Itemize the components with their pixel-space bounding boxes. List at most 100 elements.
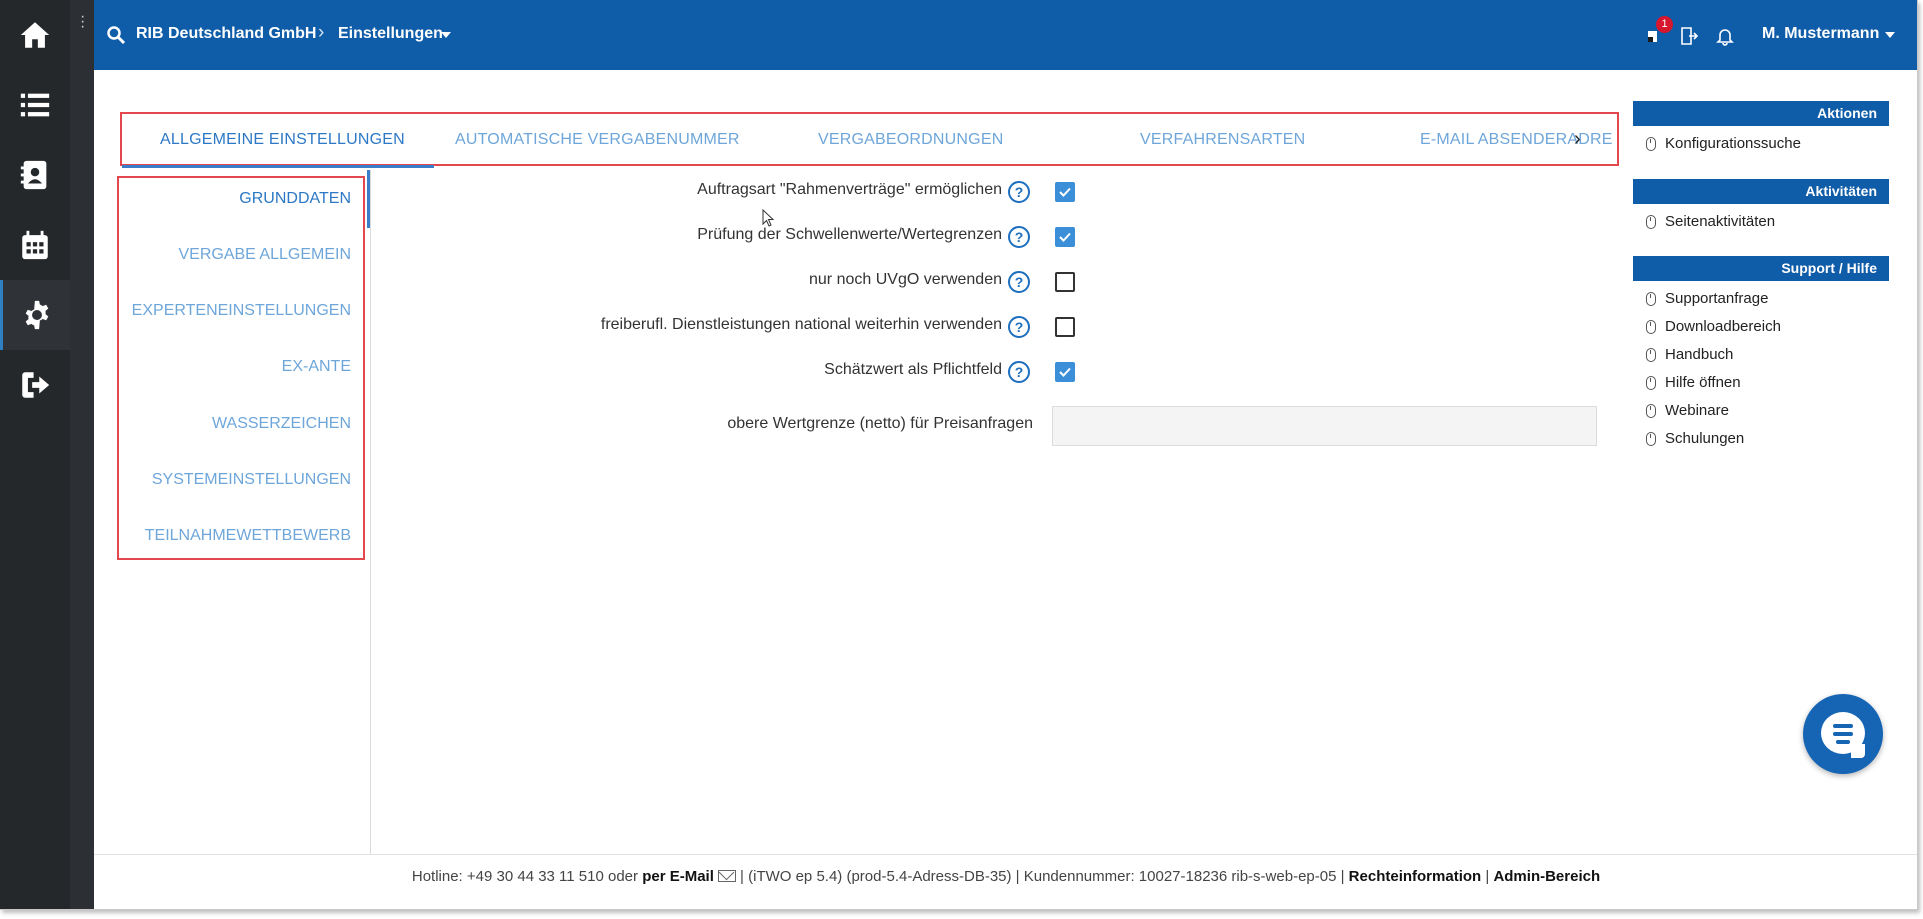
- help-icon[interactable]: ?: [1008, 226, 1030, 248]
- form-row-schaetzwert: Schätzwert als Pflichtfeld: [420, 358, 1002, 386]
- settings-tab-bar: ALLGEMEINE EINSTELLUNGEN AUTOMATISCHE VE…: [120, 112, 1619, 168]
- mouse-icon: [1646, 376, 1656, 390]
- footer-divider: [94, 854, 1917, 855]
- gear-icon: [25, 300, 48, 330]
- tab-vergabeordnungen[interactable]: VERGABEORDNUNGEN: [818, 131, 1003, 149]
- support-panel: Support / Hilfe Supportanfrage Downloadb…: [1633, 256, 1889, 453]
- search-icon[interactable]: [106, 25, 126, 45]
- home-icon: [20, 22, 50, 48]
- form-label: Auftragsart "Rahmenverträge" ermöglichen: [697, 181, 1002, 198]
- subnav-active-indicator: [367, 170, 370, 228]
- subnav-vergabe-allgemein[interactable]: VERGABE ALLGEMEIN: [178, 246, 351, 264]
- footer-separator: |: [1485, 868, 1490, 885]
- nav-calendar[interactable]: [0, 210, 70, 280]
- tab-strip: ALLGEMEINE EINSTELLUNGEN AUTOMATISCHE VE…: [122, 114, 1612, 164]
- breadcrumb-organization[interactable]: RIB Deutschland GmbH: [136, 25, 316, 43]
- mouse-icon: [1646, 348, 1656, 362]
- tab-automatische-vergabenummer[interactable]: AUTOMATISCHE VERGABENUMMER: [455, 131, 740, 149]
- nav-home[interactable]: [0, 0, 70, 70]
- help-icon[interactable]: ?: [1008, 316, 1030, 338]
- settings-subnav: GRUNDDATEN VERGABE ALLGEMEIN EXPERTENEIN…: [117, 176, 365, 560]
- sign-out-door-icon[interactable]: [1678, 25, 1700, 47]
- help-icon[interactable]: ?: [1008, 361, 1030, 383]
- link-seitenaktivitaeten[interactable]: Seitenaktivitäten: [1633, 208, 1889, 236]
- breadcrumb-section[interactable]: Einstellungen: [338, 25, 443, 43]
- footer-legal-link[interactable]: Rechteinformation: [1349, 868, 1482, 885]
- app-window: · · · RIB Deutschland GmbH › Einstellungen…: [0, 0, 1918, 910]
- link-downloadbereich[interactable]: Downloadbereich: [1633, 313, 1889, 341]
- subnav-ex-ante[interactable]: EX-ANTE: [282, 358, 351, 376]
- help-icon[interactable]: ?: [1008, 271, 1030, 293]
- mouse-icon: [1646, 215, 1656, 229]
- chevron-down-icon[interactable]: [441, 32, 451, 38]
- form-row-wertgrenze: obere Wertgrenze (netto) für Preisanfrag…: [420, 412, 1033, 440]
- checkbox-uvgo[interactable]: [1055, 272, 1075, 292]
- notification-badge: 1: [1656, 16, 1673, 33]
- link-schulungen[interactable]: Schulungen: [1633, 425, 1889, 453]
- footer-version: | (iTWO ep 5.4) (prod-5.4-Adress-DB-35) …: [740, 868, 1345, 885]
- link-label: Schulungen: [1665, 430, 1745, 447]
- price-limit-input[interactable]: [1052, 406, 1597, 446]
- mouse-icon: [1646, 432, 1656, 446]
- mouse-pointer-icon: [762, 209, 775, 227]
- chat-button[interactable]: [1803, 694, 1883, 774]
- link-label: Seitenaktivitäten: [1665, 213, 1776, 230]
- chat-bubble-icon: [1821, 712, 1865, 758]
- calendar-icon: [22, 230, 48, 260]
- mail-icon[interactable]: [717, 870, 736, 882]
- link-label: Konfigurationssuche: [1665, 135, 1801, 152]
- form-row-schwellenwerte: Prüfung der Schwellenwerte/Wertegrenzen: [420, 223, 1002, 251]
- link-handbuch[interactable]: Handbuch: [1633, 341, 1889, 369]
- nav-logout[interactable]: [0, 350, 70, 420]
- footer-email-link[interactable]: per E-Mail: [642, 868, 714, 885]
- top-header: RIB Deutschland GmbH › Einstellungen 1 M…: [94, 0, 1917, 70]
- aktionen-panel: Aktionen Konfigurationssuche: [1633, 101, 1889, 158]
- breadcrumb-separator-icon: ›: [318, 22, 325, 43]
- link-webinare[interactable]: Webinare: [1633, 397, 1889, 425]
- panel-heading: Aktionen: [1633, 101, 1889, 126]
- checkbox-rahmenvertraege[interactable]: [1055, 182, 1075, 202]
- subnav-wasserzeichen[interactable]: WASSERZEICHEN: [212, 415, 351, 433]
- form-label: nur noch UVgO verwenden: [809, 271, 1002, 288]
- subnav-experteneinstellungen[interactable]: EXPERTENEINSTELLUNGEN: [132, 302, 351, 320]
- user-menu[interactable]: M. Mustermann: [1762, 25, 1879, 43]
- mouse-icon: [1646, 320, 1656, 334]
- footer: Hotline: +49 30 44 33 11 510 oder per E-…: [94, 868, 1917, 885]
- checkbox-schwellenwerte[interactable]: [1055, 227, 1075, 247]
- nav-settings[interactable]: [0, 280, 70, 350]
- form-row-uvgo: nur noch UVgO verwenden: [420, 268, 1002, 296]
- tab-email-absenderadresse[interactable]: E-MAIL ABSENDERADRES: [1420, 131, 1612, 149]
- help-icon[interactable]: ?: [1008, 181, 1030, 203]
- contacts-icon: [20, 160, 47, 190]
- panel-heading: Aktivitäten: [1633, 179, 1889, 204]
- footer-admin-link[interactable]: Admin-Bereich: [1493, 868, 1600, 885]
- checkbox-schaetzwert[interactable]: [1055, 362, 1075, 382]
- form-label: Prüfung der Schwellenwerte/Wertegrenzen: [697, 226, 1002, 243]
- link-label: Supportanfrage: [1665, 290, 1769, 307]
- link-konfigurationssuche[interactable]: Konfigurationssuche: [1633, 130, 1889, 158]
- link-label: Webinare: [1665, 402, 1729, 419]
- subnav-teilnahmewettbewerb[interactable]: TEILNAHMEWETTBEWERB: [145, 527, 351, 545]
- form-label: freiberufl. Dienstleistungen national we…: [600, 316, 1002, 333]
- sidebar-resize-handle[interactable]: · · ·: [70, 0, 94, 909]
- active-tab-indicator: [122, 165, 434, 168]
- nav-contacts[interactable]: [0, 140, 70, 210]
- checkbox-freiberufl[interactable]: [1055, 317, 1075, 337]
- nav-list[interactable]: [0, 70, 70, 140]
- form-label: Schätzwert als Pflichtfeld: [824, 361, 1002, 378]
- tab-allgemeine-einstellungen[interactable]: ALLGEMEINE EINSTELLUNGEN: [160, 131, 405, 149]
- subnav-grunddaten[interactable]: GRUNDDATEN: [239, 190, 351, 208]
- link-label: Downloadbereich: [1665, 318, 1781, 335]
- bell-icon[interactable]: [1714, 25, 1736, 47]
- subnav-divider: [370, 170, 371, 854]
- user-chevron-down-icon[interactable]: [1885, 32, 1895, 38]
- mouse-icon: [1646, 137, 1656, 151]
- main-sidebar: [0, 0, 70, 909]
- link-supportanfrage[interactable]: Supportanfrage: [1633, 285, 1889, 313]
- subnav-systemeinstellungen[interactable]: SYSTEMEINSTELLUNGEN: [152, 471, 351, 489]
- footer-hotline: Hotline: +49 30 44 33 11 510 oder: [411, 868, 639, 885]
- chevron-right-icon[interactable]: ›: [1574, 128, 1581, 151]
- mouse-icon: [1646, 404, 1656, 418]
- tab-verfahrensarten[interactable]: VERFAHRENSARTEN: [1140, 131, 1305, 149]
- link-hilfe-oeffnen[interactable]: Hilfe öffnen: [1633, 369, 1889, 397]
